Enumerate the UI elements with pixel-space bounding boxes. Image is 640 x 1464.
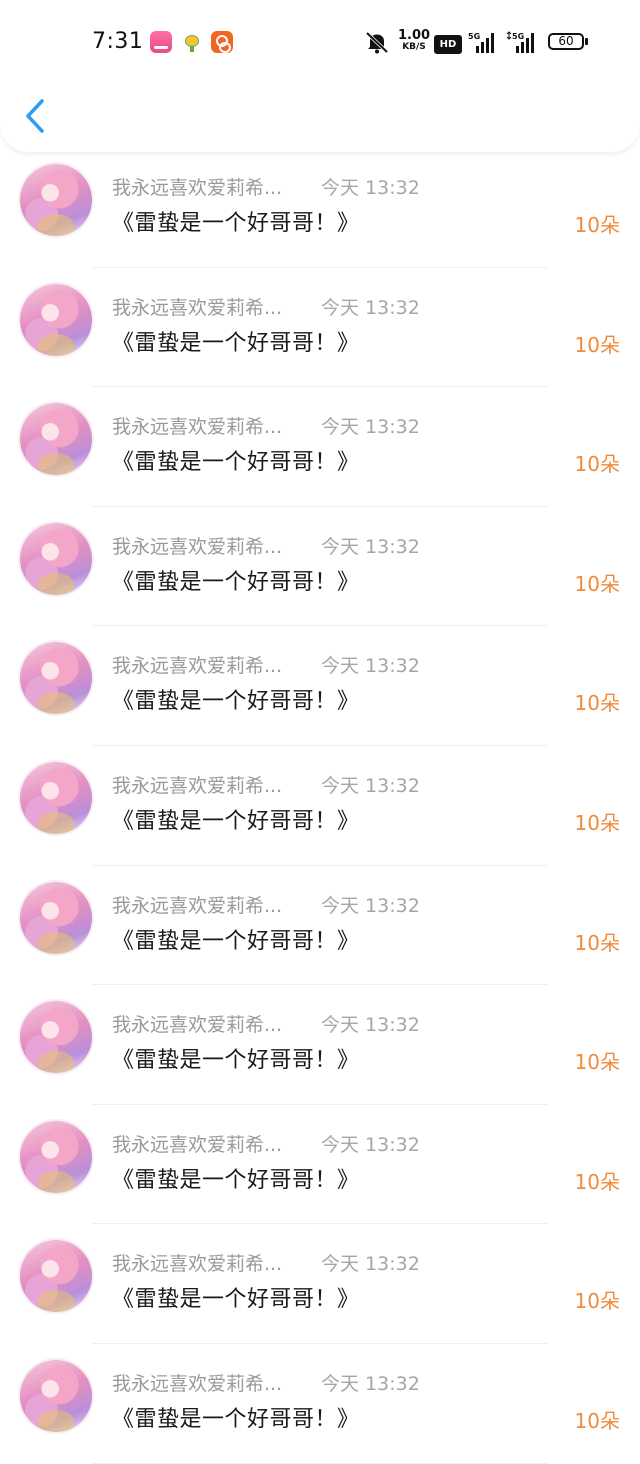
signal-icon: 5G xyxy=(506,31,534,53)
divider xyxy=(92,1462,548,1464)
avatar[interactable] xyxy=(20,1001,92,1074)
avatar[interactable] xyxy=(20,1120,92,1193)
signal1-label: 5G xyxy=(468,32,480,41)
message-text: 《雷蛰是一个好哥哥！》 xyxy=(112,330,360,356)
gift-count: 10朵 xyxy=(574,213,620,237)
message-time: 今天 13:32 xyxy=(321,535,420,558)
list-item[interactable]: 我永远喜欢爱莉希... 今天 13:32 《雷蛰是一个好哥哥！》 10朵 xyxy=(0,746,640,866)
gift-count: 10朵 xyxy=(574,332,620,357)
gift-count: 10朵 xyxy=(574,571,620,596)
gift-count: 10朵 xyxy=(574,1408,620,1433)
signal-icon: 5G xyxy=(468,32,494,53)
message-text: 《雷蛰是一个好哥哥！》 xyxy=(112,689,360,715)
battery-icon: 60 xyxy=(548,33,584,50)
message-text: 《雷蛰是一个好哥哥！》 xyxy=(112,1048,360,1074)
message-time: 今天 13:32 xyxy=(321,655,420,678)
avatar[interactable] xyxy=(20,1359,92,1432)
battery-tip xyxy=(585,38,588,45)
network-speed: 1.00 KB/S xyxy=(398,29,430,59)
list-item[interactable]: 我永远喜欢爱莉希... 今天 13:32 《雷蛰是一个好哥哥！》 10朵 xyxy=(0,268,640,388)
gift-count: 10朵 xyxy=(574,810,620,835)
sender-name[interactable]: 我永远喜欢爱莉希... xyxy=(112,173,282,200)
message-text: 《雷蛰是一个好哥哥！》 xyxy=(112,1406,360,1432)
avatar[interactable] xyxy=(20,642,92,715)
sender-name[interactable]: 我永远喜欢爱莉希... xyxy=(112,651,282,678)
list-item[interactable]: 我永远喜欢爱莉希... 今天 13:32 《雷蛰是一个好哥哥！》 10朵 xyxy=(0,1344,640,1464)
message-text: 《雷蛰是一个好哥哥！》 xyxy=(112,1287,360,1313)
gift-count: 10朵 xyxy=(574,1050,620,1075)
list-item[interactable]: 我永远喜欢爱莉希... 今天 13:32 《雷蛰是一个好哥哥！》 10朵 xyxy=(0,507,640,627)
sender-name[interactable]: 我永远喜欢爱莉希... xyxy=(112,412,282,439)
gift-count: 10朵 xyxy=(574,1289,620,1314)
message-time: 今天 13:32 xyxy=(321,177,420,199)
avatar[interactable] xyxy=(20,164,92,236)
avatar[interactable] xyxy=(20,1240,92,1313)
list-item[interactable]: 我永远喜欢爱莉希... 今天 13:32 《雷蛰是一个好哥哥！》 10朵 xyxy=(0,1224,640,1344)
sender-name[interactable]: 我永远喜欢爱莉希... xyxy=(112,891,282,918)
avatar[interactable] xyxy=(20,881,92,954)
message-text: 《雷蛰是一个好哥哥！》 xyxy=(112,569,360,595)
bird-app-icon xyxy=(182,33,202,53)
bilibili-app-icon xyxy=(150,31,172,53)
message-time: 今天 13:32 xyxy=(321,1253,420,1276)
avatar[interactable] xyxy=(20,761,92,834)
sender-name[interactable]: 我永远喜欢爱莉希... xyxy=(112,771,282,798)
network-speed-unit: KB/S xyxy=(402,42,426,52)
message-time: 今天 13:32 xyxy=(321,1372,420,1395)
message-time: 今天 13:32 xyxy=(321,416,420,439)
message-time: 今天 13:32 xyxy=(321,1133,420,1156)
gift-count: 10朵 xyxy=(574,1169,620,1194)
avatar[interactable] xyxy=(20,522,92,595)
message-text: 《雷蛰是一个好哥哥！》 xyxy=(112,808,360,834)
header: 7:31 1.00 KB/S HD 5G 5G 60 xyxy=(0,0,640,152)
sender-name[interactable]: 我永远喜欢爱莉希... xyxy=(112,1369,282,1396)
back-button[interactable] xyxy=(20,96,52,136)
gift-count: 10朵 xyxy=(574,691,620,716)
list-item[interactable]: 我永远喜欢爱莉希... 今天 13:32 《雷蛰是一个好哥哥！》 10朵 xyxy=(0,866,640,986)
gift-count: 10朵 xyxy=(574,452,620,477)
orange-app-icon xyxy=(211,31,233,53)
message-time: 今天 13:32 xyxy=(321,894,420,917)
hd-badge: HD xyxy=(434,35,462,54)
sender-name[interactable]: 我永远喜欢爱莉希... xyxy=(112,1010,282,1037)
list-item[interactable]: 我永远喜欢爱莉希... 今天 13:32 《雷蛰是一个好哥哥！》 10朵 xyxy=(0,626,640,746)
message-time: 今天 13:32 xyxy=(321,774,420,797)
list-item[interactable]: 我永远喜欢爱莉希... 今天 13:32 《雷蛰是一个好哥哥！》 10朵 xyxy=(0,387,640,507)
message-text: 《雷蛰是一个好哥哥！》 xyxy=(112,450,360,476)
message-time: 今天 13:32 xyxy=(321,296,420,319)
mute-bell-icon xyxy=(365,31,389,54)
network-speed-value: 1.00 xyxy=(398,28,431,43)
sender-name[interactable]: 我永远喜欢爱莉希... xyxy=(112,293,282,320)
message-text: 《雷蛰是一个好哥哥！》 xyxy=(112,1167,360,1193)
avatar[interactable] xyxy=(20,283,92,356)
gift-list: 我永远喜欢爱莉希... 今天 13:32 《雷蛰是一个好哥哥！》 10朵 我永远喜欢爱莉… xyxy=(0,148,640,1464)
signal2-label: 5G xyxy=(512,32,524,41)
sender-name[interactable]: 我永远喜欢爱莉希... xyxy=(112,532,282,559)
list-item[interactable]: 我永远喜欢爱莉希... 今天 13:32 《雷蛰是一个好哥哥！》 10朵 xyxy=(0,148,640,268)
sender-name[interactable]: 我永远喜欢爱莉希... xyxy=(112,1130,282,1157)
chevron-left-icon xyxy=(26,99,44,133)
message-text: 《雷蛰是一个好哥哥！》 xyxy=(112,211,360,236)
message-text: 《雷蛰是一个好哥哥！》 xyxy=(112,928,360,954)
list-item[interactable]: 我永远喜欢爱莉希... 今天 13:32 《雷蛰是一个好哥哥！》 10朵 xyxy=(0,1105,640,1225)
message-time: 今天 13:32 xyxy=(321,1014,420,1037)
avatar[interactable] xyxy=(20,403,92,476)
sender-name[interactable]: 我永远喜欢爱莉希... xyxy=(112,1249,282,1276)
status-bar: 7:31 1.00 KB/S HD 5G 5G 60 xyxy=(0,0,640,86)
gift-count: 10朵 xyxy=(574,930,620,955)
status-time: 7:31 xyxy=(92,29,144,54)
list-item[interactable]: 我永远喜欢爱莉希... 今天 13:32 《雷蛰是一个好哥哥！》 10朵 xyxy=(0,985,640,1105)
